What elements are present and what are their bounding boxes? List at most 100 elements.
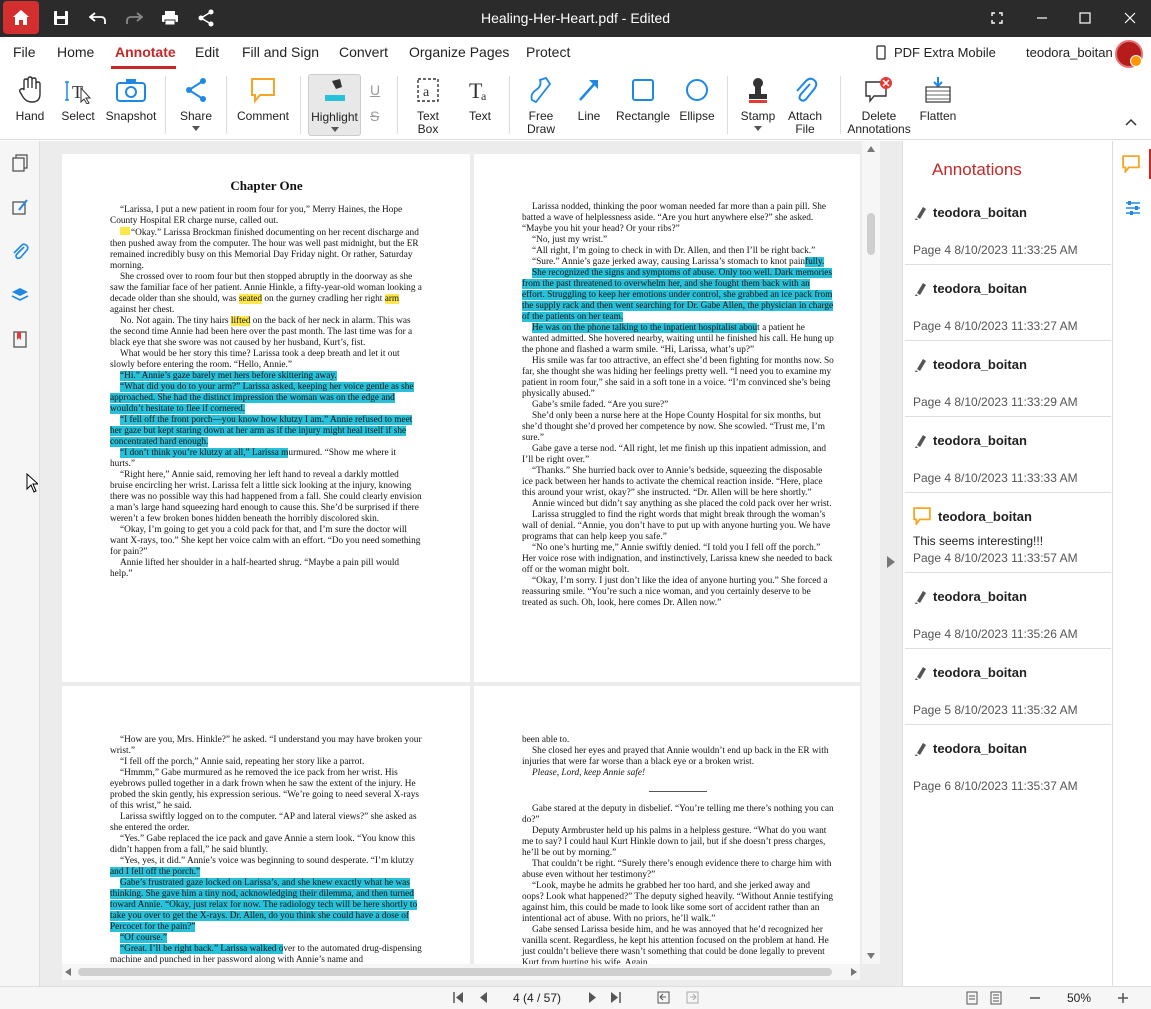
select-tool[interactable]: T Select: [59, 74, 97, 136]
properties-tab[interactable]: [1113, 193, 1151, 223]
minimize-icon[interactable]: [1032, 8, 1052, 28]
line-tool[interactable]: Line: [569, 74, 609, 136]
next-page-icon[interactable]: [589, 992, 597, 1003]
signature-panel-icon[interactable]: [10, 197, 30, 217]
menu-convert[interactable]: Convert: [339, 44, 388, 60]
share-tool[interactable]: Share: [176, 74, 216, 136]
highlight-yellow[interactable]: lifted: [230, 316, 251, 326]
scroll-right-icon[interactable]: [851, 968, 857, 976]
pdf-extra-mobile-link[interactable]: PDF Extra Mobile: [876, 45, 996, 60]
maximize-icon[interactable]: [1075, 8, 1095, 28]
zoom-out-icon[interactable]: [1029, 992, 1041, 1004]
menu-edit[interactable]: Edit: [195, 44, 219, 60]
stamp-tool[interactable]: Stamp: [738, 74, 778, 136]
scroll-down-icon[interactable]: [867, 953, 875, 959]
last-page-icon[interactable]: [611, 992, 621, 1003]
highlight-cyan[interactable]: She recognized the signs and symptoms of…: [522, 268, 834, 322]
close-icon[interactable]: [1120, 8, 1140, 28]
go-back-icon[interactable]: [657, 991, 670, 1004]
text-icon: Ta: [469, 78, 487, 103]
flatten-tool[interactable]: Flatten: [918, 74, 958, 136]
pdf-page-1[interactable]: Chapter One “Larissa, I put a new patien…: [62, 154, 470, 682]
paragraph: Gabe’s frustrated gaze locked on Larissa…: [110, 878, 423, 933]
paragraph: She’d only been a nurse here at the Hope…: [522, 411, 825, 443]
highlight-cyan[interactable]: “What did you do to your arm?” Larissa a…: [110, 382, 414, 414]
svg-text:a: a: [423, 85, 430, 100]
ellipse-label: Ellipse: [679, 109, 715, 123]
annotation-item[interactable]: teodora_boitan Page 4 8/10/2023 11:33:29…: [905, 351, 1111, 417]
snapshot-tool[interactable]: Snapshot: [106, 74, 156, 136]
pdf-page-3[interactable]: “How are you, Mrs. Hinkle?” he asked. “I…: [62, 686, 470, 964]
annotation-item[interactable]: teodora_boitan Page 4 8/10/2023 11:33:25…: [905, 199, 1111, 265]
page-indicator[interactable]: 4 (4 / 57): [513, 991, 561, 1005]
comment-tool[interactable]: Comment: [236, 74, 290, 136]
scroll-left-icon[interactable]: [65, 968, 71, 976]
scroll-up-icon[interactable]: [867, 146, 875, 152]
annotation-item[interactable]: teodora_boitan Page 4 8/10/2023 11:33:33…: [905, 427, 1111, 493]
menu-organize[interactable]: Organize Pages: [409, 44, 509, 60]
menu-home[interactable]: Home: [57, 44, 94, 60]
highlight-cyan[interactable]: He was on the phone talking to the inpat…: [532, 323, 758, 333]
text-tool[interactable]: Ta Text: [460, 74, 500, 136]
paragraph: “Yes.” Gabe replaced the ice pack and ga…: [110, 834, 416, 855]
annotation-item-comment[interactable]: teodora_boitan This seems interesting!!!…: [905, 503, 1111, 573]
previous-page-icon[interactable]: [479, 992, 487, 1003]
go-forward-icon[interactable]: [686, 991, 699, 1004]
layers-icon[interactable]: [10, 285, 30, 305]
highlight-yellow[interactable]: arm: [384, 294, 400, 304]
highlight-cyan[interactable]: “Of course.”: [120, 933, 167, 943]
highlight-cyan[interactable]: Gabe’s frustrated gaze locked on Larissa…: [110, 878, 418, 932]
menu-annotate[interactable]: Annotate: [115, 44, 176, 60]
rectangle-tool[interactable]: Rectangle: [616, 74, 670, 136]
zoom-in-icon[interactable]: [1117, 992, 1129, 1004]
comment-marker-icon[interactable]: [120, 227, 130, 235]
highlight-cyan[interactable]: “I don’t think you’re klutzy at all,” La…: [120, 448, 289, 458]
highlighter-icon: [915, 591, 926, 604]
attachments-icon[interactable]: [10, 241, 30, 261]
underline-icon[interactable]: U: [370, 82, 380, 98]
annotation-item[interactable]: teodora_boitan Page 5 8/10/2023 11:35:32…: [905, 659, 1111, 725]
delete-annotations-tool[interactable]: Delete Annotations: [847, 74, 911, 136]
highlight-cyan[interactable]: and I fell off the porch.”: [110, 867, 201, 877]
hand-tool[interactable]: Hand: [10, 74, 50, 136]
highlighter-icon: [915, 283, 926, 296]
bookmarks-icon[interactable]: [10, 329, 30, 349]
highlight-cyan[interactable]: “Great. I’ll be right back.” Larissa wal…: [120, 944, 284, 954]
highlight-cyan[interactable]: “I fell off the front porch—you know how…: [110, 415, 413, 447]
strikethrough-icon[interactable]: S: [370, 108, 379, 124]
menu-fill-sign[interactable]: Fill and Sign: [242, 44, 319, 60]
annotation-item[interactable]: teodora_boitan Page 4 8/10/2023 11:33:27…: [905, 275, 1111, 341]
pages-icon[interactable]: [10, 153, 30, 173]
ellipse-tool[interactable]: Ellipse: [677, 74, 717, 136]
pdf-page-4[interactable]: been able to. She closed her eyes and pr…: [474, 686, 860, 964]
scroll-thumb[interactable]: [867, 213, 875, 255]
scroll-thumb[interactable]: [78, 968, 832, 976]
line-icon: [579, 80, 598, 101]
annotation-item[interactable]: teodora_boitan Page 4 8/10/2023 11:35:26…: [905, 583, 1111, 649]
horizontal-scrollbar[interactable]: [62, 964, 860, 980]
paragraph: “Great. I’ll be right back.” Larissa wal…: [110, 944, 422, 964]
continuous-view-icon[interactable]: [990, 991, 1002, 1005]
text-box-tool[interactable]: a Text Box: [408, 74, 448, 136]
annotation-item[interactable]: teodora_boitan Page 6 8/10/2023 11:35:37…: [905, 735, 1111, 801]
highlight-yellow[interactable]: seated: [238, 294, 263, 304]
highlight-cyan[interactable]: fully.: [805, 257, 825, 267]
first-page-icon[interactable]: [453, 992, 463, 1003]
highlighter-icon: [915, 743, 926, 756]
menu-file[interactable]: File: [13, 44, 36, 60]
comment-label: Comment: [236, 109, 289, 123]
pdf-page-2[interactable]: Larissa nodded, thinking the poor woman …: [474, 154, 860, 682]
collapse-annotations-panel-icon[interactable]: [887, 556, 895, 568]
zoom-level[interactable]: 50%: [1067, 991, 1091, 1005]
highlight-tool[interactable]: Highlight: [308, 74, 361, 136]
menu-protect[interactable]: Protect: [526, 44, 570, 60]
collapse-ribbon-icon[interactable]: [1125, 118, 1137, 126]
attach-file-tool[interactable]: Attach File: [785, 74, 825, 136]
vertical-scrollbar[interactable]: [862, 141, 880, 964]
fullscreen-icon[interactable]: [987, 8, 1007, 28]
single-page-view-icon[interactable]: [966, 991, 978, 1005]
free-draw-tool[interactable]: Free Draw: [521, 74, 561, 136]
pen-icon: [530, 76, 552, 104]
annotations-tab[interactable]: [1113, 149, 1151, 179]
highlight-cyan[interactable]: “Hi.” Annie’s gaze barely met hers befor…: [120, 371, 337, 381]
